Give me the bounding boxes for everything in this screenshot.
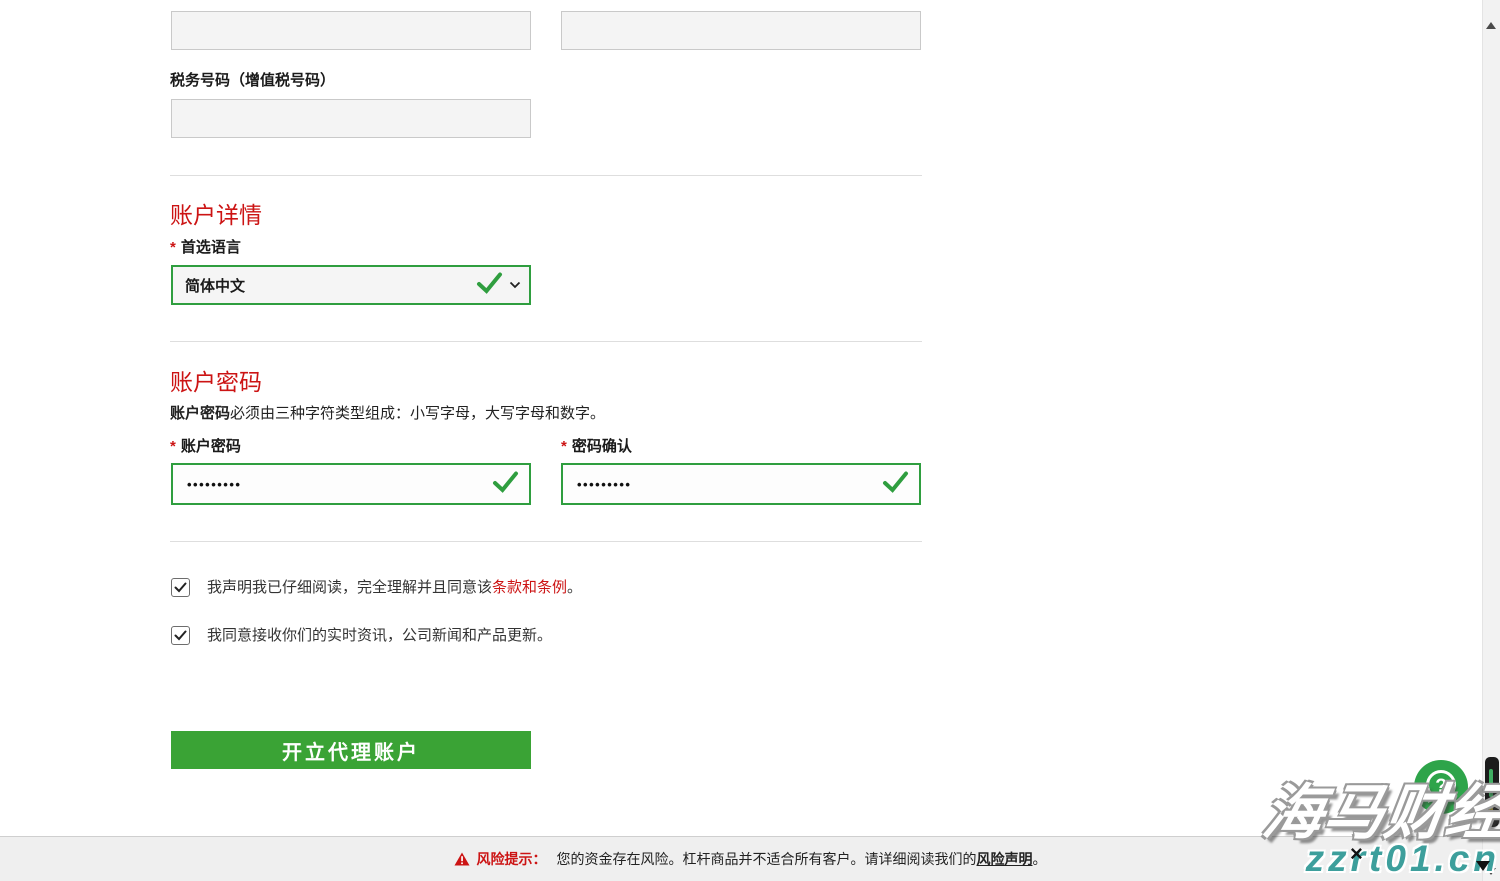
password-input[interactable] xyxy=(185,476,492,493)
news-checkbox[interactable] xyxy=(171,626,190,645)
risk-warning-text: 您的资金存在风险。杠杆商品并不适合所有客户。请详细阅读我们的 xyxy=(557,849,977,869)
risk-warning-bar: 风险提示： 您的资金存在风险。杠杆商品并不适合所有客户。请详细阅读我们的 风险声… xyxy=(0,836,1500,881)
mouse-cursor xyxy=(1476,861,1490,871)
terms-agreement-text: 我声明我已仔细阅读，完全理解并且同意该条款和条例。 xyxy=(207,578,582,598)
password-label-text: 账户密码 xyxy=(181,438,241,455)
language-select[interactable]: 简体中文 xyxy=(171,265,531,305)
news-text: 我同意接收你们的实时资讯，公司新闻和产品更新。 xyxy=(207,627,552,644)
terms-text-pre: 我声明我已仔细阅读，完全理解并且同意该 xyxy=(207,579,492,596)
open-agent-account-button[interactable]: 开立代理账户 xyxy=(171,731,531,769)
password-note-bold: 账户密码 xyxy=(170,405,230,422)
help-chat-icon[interactable]: ? xyxy=(1413,759,1469,815)
section-divider xyxy=(170,341,922,342)
required-asterisk: * xyxy=(170,239,176,256)
tax-number-label: 税务号码（增值税号码） xyxy=(170,69,335,90)
chevron-down-icon xyxy=(509,276,521,294)
valid-check-icon xyxy=(882,470,909,499)
confirm-password-input[interactable] xyxy=(575,476,882,493)
password-note-rest: 必须由三种字符类型组成：小写字母，大写字母和数字。 xyxy=(230,405,605,422)
password-label: * 账户密码 xyxy=(170,435,241,456)
news-agreement-text: 我同意接收你们的实时资讯，公司新闻和产品更新。 xyxy=(207,626,552,646)
terms-checkbox[interactable] xyxy=(171,578,190,597)
tax-number-input[interactable] xyxy=(171,99,531,138)
registration-page: 税务号码（增值税号码） 账户详情 *首选语言 简体中文 账户密码 账户密码必须由… xyxy=(0,0,1500,881)
required-asterisk: * xyxy=(170,438,176,455)
tax-field-left[interactable] xyxy=(171,11,531,50)
terms-link[interactable]: 条款和条例 xyxy=(492,579,567,596)
account-details-heading: 账户详情 xyxy=(170,196,262,230)
warning-triangle-icon xyxy=(454,852,470,866)
password-heading: 账户密码 xyxy=(170,363,262,397)
language-label: * 首选语言 xyxy=(170,236,241,257)
scroll-up-icon[interactable] xyxy=(1486,22,1496,29)
risk-statement-link[interactable]: 风险声明 xyxy=(977,849,1033,869)
section-divider xyxy=(170,541,922,542)
close-icon[interactable]: × xyxy=(1350,843,1363,865)
risk-warning-label: 风险提示： xyxy=(477,849,547,869)
valid-check-icon xyxy=(492,470,519,499)
scrollbar-thumb[interactable] xyxy=(1485,757,1499,827)
tax-field-right[interactable] xyxy=(561,11,921,50)
password-field-wrap xyxy=(171,463,531,505)
confirm-label-text: 密码确认 xyxy=(572,438,632,455)
section-divider xyxy=(170,175,922,176)
terms-text-post: 。 xyxy=(567,579,582,596)
confirm-password-field-wrap xyxy=(561,463,921,505)
confirm-password-label: * 密码确认 xyxy=(561,435,632,456)
news-agreement-row: 我同意接收你们的实时资讯，公司新闻和产品更新。 xyxy=(171,626,552,646)
risk-warning-suffix: 。 xyxy=(1033,849,1047,869)
vertical-scrollbar[interactable] xyxy=(1482,0,1500,881)
language-label-text: 首选语言 xyxy=(181,239,241,256)
svg-text:?: ? xyxy=(1435,776,1447,797)
required-asterisk: * xyxy=(561,438,567,455)
thumb-yellow-strip xyxy=(1489,801,1493,813)
terms-agreement-row: 我声明我已仔细阅读，完全理解并且同意该条款和条例。 xyxy=(171,578,582,598)
password-rule-note: 账户密码必须由三种字符类型组成：小写字母，大写字母和数字。 xyxy=(170,402,605,423)
language-select-value: 简体中文 xyxy=(185,275,476,296)
valid-check-icon xyxy=(476,271,503,300)
thumb-green-strip xyxy=(1489,769,1493,797)
